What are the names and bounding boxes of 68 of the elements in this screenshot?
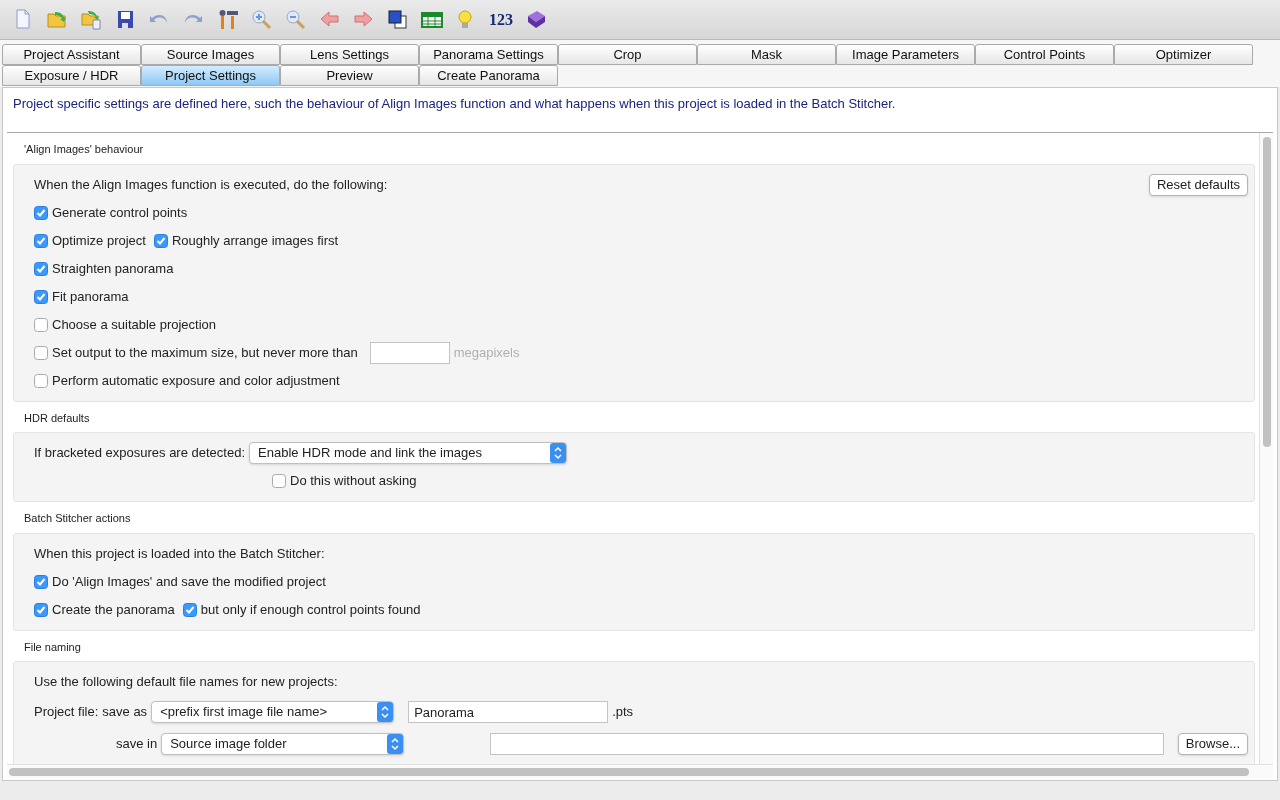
checkbox[interactable]: [34, 233, 48, 248]
tab[interactable]: Create Panorama: [419, 65, 558, 86]
tab[interactable]: Preview: [280, 65, 419, 86]
checkbox-label[interactable]: Do this without asking: [290, 471, 417, 491]
stepper-icon[interactable]: [377, 702, 394, 722]
section-title: HDR defaults: [23, 410, 91, 426]
tab[interactable]: Panorama Settings: [419, 44, 558, 65]
checkbox[interactable]: [182, 602, 197, 617]
label-text: Project file:: [34, 703, 99, 722]
checkbox[interactable]: [34, 345, 48, 360]
tab[interactable]: Source Images: [141, 44, 280, 65]
label-text: Use the following default file names for new projects:: [34, 673, 338, 692]
layers-icon[interactable]: [386, 7, 410, 32]
tab[interactable]: Optimizer: [1114, 44, 1253, 65]
unit-text: megapixels: [453, 343, 520, 362]
tab[interactable]: Lens Settings: [280, 44, 419, 65]
checkbox-label[interactable]: Fit panorama: [52, 286, 129, 307]
section-title: Batch Stitcher actions: [23, 511, 132, 526]
checkbox-label[interactable]: Do 'Align Images' and save the modified project: [52, 571, 326, 592]
checkbox-label[interactable]: Straighten panorama: [52, 258, 174, 279]
checkbox[interactable]: [34, 205, 48, 220]
zoom-out-icon[interactable]: [284, 7, 308, 32]
stepper-icon[interactable]: [387, 734, 404, 754]
checkbox-label[interactable]: Choose a suitable projection: [52, 314, 217, 335]
checkbox-label[interactable]: Generate control points: [52, 202, 188, 223]
tab[interactable]: Mask: [697, 44, 836, 65]
description-text: Project specific settings are defined here, such the behaviour of Align Images function and what happens when this project is loaded in the Batch Stitcher.: [12, 95, 897, 113]
label-text: save as: [102, 703, 148, 722]
tab[interactable]: Image Parameters: [836, 44, 975, 65]
label-text: If bracketed exposures are detected:: [34, 444, 245, 463]
stepper-icon[interactable]: [550, 443, 566, 463]
checkbox-label[interactable]: Roughly arrange images first: [171, 230, 339, 251]
reset-button[interactable]: Reset defaults: [1148, 173, 1248, 196]
section-title: File naming: [23, 639, 82, 655]
tab[interactable]: Crop: [558, 44, 697, 65]
section-title: 'Align Images' behaviour: [23, 142, 145, 157]
checkbox[interactable]: [34, 602, 48, 617]
numbers-button[interactable]: 123: [488, 7, 514, 32]
checkbox[interactable]: [153, 233, 168, 248]
vertical-scrollbar[interactable]: [1259, 133, 1273, 764]
label-text: .pts: [612, 703, 634, 722]
text-field[interactable]: [369, 341, 450, 364]
horizontal-scrollbar[interactable]: [7, 764, 1273, 778]
checkbox[interactable]: [34, 317, 48, 332]
text-field[interactable]: Panorama: [408, 701, 609, 723]
checkbox[interactable]: [34, 289, 48, 304]
zoom-in-icon[interactable]: [250, 7, 274, 32]
browse-button[interactable]: Browse...: [1177, 733, 1248, 755]
text-field[interactable]: [490, 733, 1164, 755]
tab[interactable]: Exposure / HDR: [2, 65, 141, 86]
label-text: save in: [116, 735, 158, 754]
checkbox-label[interactable]: but only if enough control points found: [200, 599, 421, 620]
tab[interactable]: Control Points: [975, 44, 1114, 65]
dropdown[interactable]: <prefix first image file name>: [151, 701, 395, 723]
checkbox-label[interactable]: Set output to the maximum size, but never more than: [52, 342, 358, 363]
checkbox-label[interactable]: Perform automatic exposure and color adjustment: [52, 370, 340, 391]
checkbox[interactable]: [34, 574, 48, 589]
checkbox[interactable]: [34, 373, 48, 388]
label-text: When this project is loaded into the Batch Stitcher:: [34, 544, 325, 563]
checkbox[interactable]: [34, 261, 48, 276]
dropdown[interactable]: Enable HDR mode and link the images: [249, 442, 567, 464]
label-text: When the Align Images function is executed, do the following:: [34, 175, 388, 194]
checkbox[interactable]: [272, 474, 286, 488]
tab[interactable]: Project Settings: [141, 65, 280, 86]
checkbox-label[interactable]: Optimize project: [52, 230, 146, 251]
tab[interactable]: Project Assistant: [2, 44, 141, 65]
checkbox-label[interactable]: Create the panorama: [52, 599, 175, 620]
dropdown[interactable]: Source image folder: [161, 733, 405, 755]
